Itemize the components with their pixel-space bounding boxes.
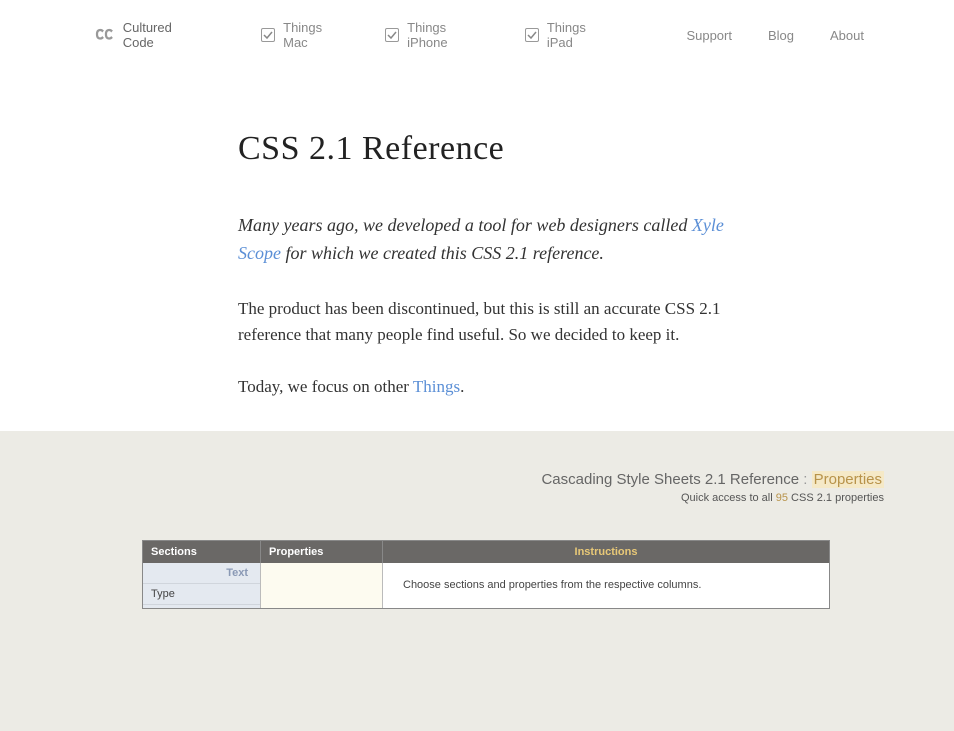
ref-sub-pre: Quick access to all [681,492,776,504]
nav-label: Things Mac [283,20,349,50]
col-header-instructions: Instructions [383,541,829,563]
intro-text-pre: Many years ago, we developed a tool for … [238,215,692,235]
reference-section: Cascading Style Sheets 2.1 Reference : P… [0,431,954,731]
checkbox-icon [525,28,539,42]
nav-support[interactable]: Support [686,28,732,43]
brand[interactable]: Cultured Code [95,20,205,50]
properties-column [261,563,383,609]
brand-text: Cultured Code [123,20,206,50]
nav-blog[interactable]: Blog [768,28,794,43]
p2-pre: Today, we focus on other [238,377,413,396]
nav-label: Things iPhone [407,20,489,50]
top-nav: Cultured Code Things Mac Things iPhone T… [0,0,954,70]
nav-things-ipad[interactable]: Things iPad [525,20,614,50]
section-row[interactable]: Type [143,584,260,605]
ref-title-sep: : [799,471,812,488]
properties-link[interactable]: Properties [812,471,884,488]
table-header: Sections Properties Instructions [143,541,829,563]
checkbox-icon [261,28,275,42]
section-row[interactable]: Text [143,563,260,584]
reference-title: Cascading Style Sheets 2.1 Reference : P… [0,471,884,488]
ref-title-text: Cascading Style Sheets 2.1 Reference [541,471,799,488]
intro-text-post: for which we created this CSS 2.1 refere… [281,243,604,263]
things-link[interactable]: Things [413,377,460,396]
instructions-text: Choose sections and properties from the … [403,579,701,591]
property-count: 95 [776,492,788,504]
body-paragraph-2: Today, we focus on other Things. [238,374,740,400]
checkbox-icon [385,28,399,42]
reference-table: Sections Properties Instructions Text Ty… [142,540,830,610]
sections-column: Text Type [143,563,261,609]
nav-things-iphone[interactable]: Things iPhone [385,20,489,50]
intro-paragraph: Many years ago, we developed a tool for … [238,212,740,268]
instructions-column: Choose sections and properties from the … [383,563,829,609]
p2-post: . [460,377,464,396]
body-paragraph-1: The product has been discontinued, but t… [238,296,740,349]
nav-about[interactable]: About [830,28,864,43]
reference-subtitle: Quick access to all 95 CSS 2.1 propertie… [0,492,884,504]
table-body: Text Type Choose sections and properties… [143,563,829,609]
cultured-code-logo-icon [95,28,115,42]
col-header-properties: Properties [261,541,383,563]
nav-label: Things iPad [547,20,615,50]
nav-things-mac[interactable]: Things Mac [261,20,349,50]
reference-header: Cascading Style Sheets 2.1 Reference : P… [0,471,884,504]
ref-sub-post: CSS 2.1 properties [788,492,884,504]
col-header-sections: Sections [143,541,261,563]
page-title: CSS 2.1 Reference [238,130,740,168]
main-content: CSS 2.1 Reference Many years ago, we dev… [0,70,740,401]
